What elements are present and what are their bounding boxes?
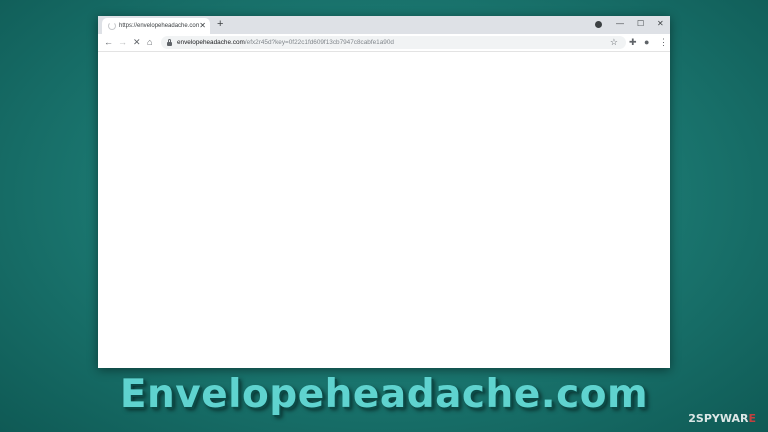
tab-active[interactable]: https://envelopeheadache.com/ ✕ <box>102 18 210 34</box>
url-path: /efx2r45d?key=0f22c1fd609f13cb7947c8cabf… <box>244 39 394 46</box>
watermark-text: 2SPYWAR <box>688 412 749 425</box>
url-host: envelopeheadache.com <box>177 39 245 46</box>
tab-title: https://envelopeheadache.com/ <box>119 23 199 29</box>
home-icon[interactable]: ⌂ <box>147 36 152 48</box>
browser-toolbar: ← → ✕ ⌂ envelopeheadache.com/efx2r45d?ke… <box>98 34 670 52</box>
record-icon[interactable] <box>595 21 602 28</box>
menu-kebab-icon[interactable]: ⋮ <box>659 36 668 48</box>
watermark-logo: 2SPYWARE <box>688 412 756 426</box>
page-content-blank <box>98 52 670 368</box>
account-icon[interactable]: ● <box>644 36 649 48</box>
browser-window: https://envelopeheadache.com/ ✕ + — ☐ ✕ … <box>98 16 670 368</box>
lock-icon[interactable] <box>167 39 172 46</box>
close-window-button[interactable]: ✕ <box>657 18 664 30</box>
extensions-puzzle-icon[interactable]: ✚ <box>629 36 637 48</box>
tab-strip: https://envelopeheadache.com/ ✕ + — ☐ ✕ <box>98 16 670 34</box>
loading-spinner-icon <box>108 22 116 30</box>
new-tab-button[interactable]: + <box>217 18 223 31</box>
watermark-accent: E <box>748 412 756 425</box>
stop-loading-icon[interactable]: ✕ <box>133 36 141 48</box>
tab-close-icon[interactable]: ✕ <box>199 21 206 31</box>
headline-title: Envelopeheadache.com <box>119 372 649 417</box>
bookmark-star-icon[interactable]: ☆ <box>610 36 618 49</box>
forward-arrow-icon[interactable]: → <box>118 36 127 48</box>
back-arrow-icon[interactable]: ← <box>104 36 113 48</box>
url-text: envelopeheadache.com/efx2r45d?key=0f22c1… <box>177 37 394 48</box>
maximize-button[interactable]: ☐ <box>637 18 644 30</box>
minimize-button[interactable]: — <box>616 18 624 30</box>
address-bar[interactable]: envelopeheadache.com/efx2r45d?key=0f22c1… <box>161 36 626 49</box>
